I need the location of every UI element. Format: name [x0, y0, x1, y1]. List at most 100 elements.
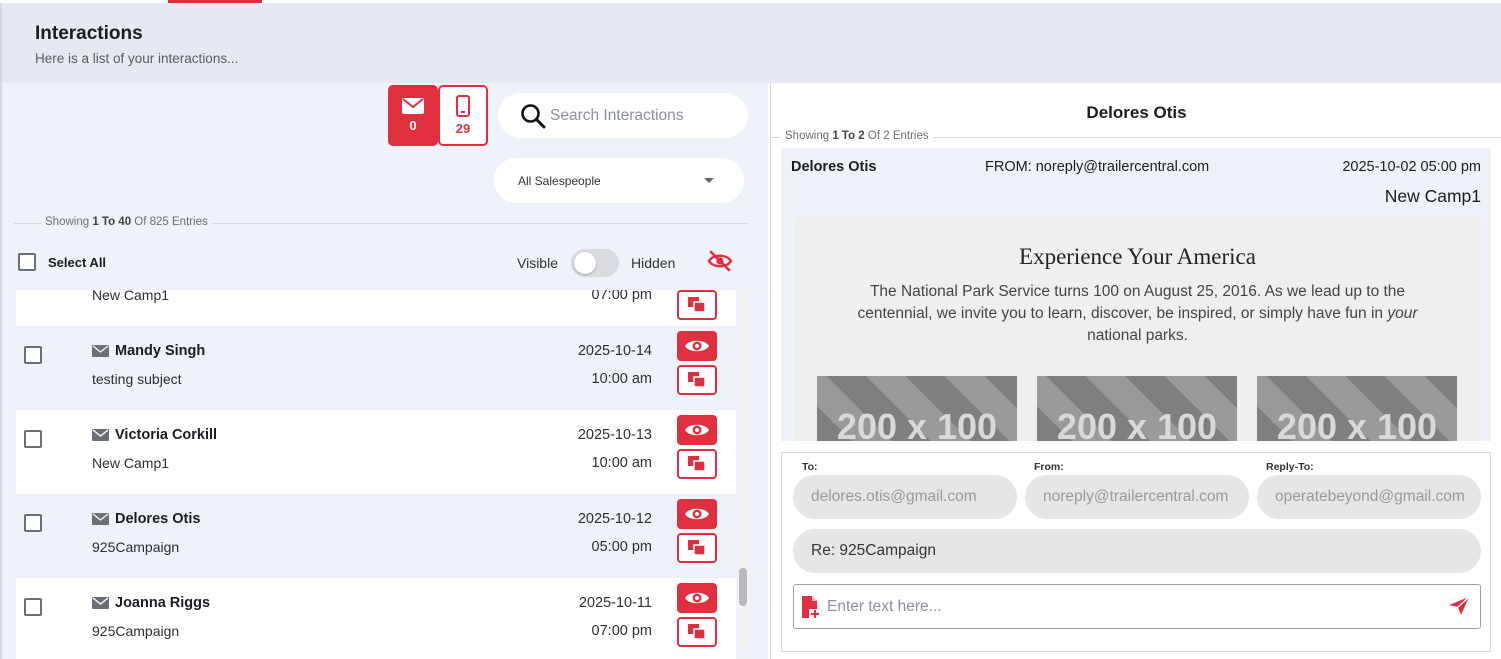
envelope-icon — [92, 597, 109, 609]
checkbox[interactable] — [18, 253, 36, 271]
view-button[interactable] — [677, 499, 717, 529]
reply-to-label: Reply-To: — [1266, 461, 1314, 473]
email-message-card: Delores Otis FROM: noreply@trailercentra… — [781, 148, 1491, 441]
row-checkbox[interactable] — [24, 346, 42, 364]
row-time: 07:00 pm — [591, 290, 652, 303]
page-title: Interactions — [35, 23, 143, 44]
row-time: 05:00 pm — [591, 539, 652, 555]
view-button[interactable] — [677, 331, 717, 361]
file-add-icon[interactable] — [801, 595, 821, 619]
to-field[interactable]: delores.otis@gmail.com — [793, 475, 1017, 519]
row-date: 2025-10-13 — [577, 427, 652, 443]
placeholder-image: 200 x 100 — [817, 376, 1017, 441]
hidden-label: Hidden — [631, 255, 676, 271]
page-subtitle: Here is a list of your interactions... — [35, 51, 239, 66]
sender-address: FROM: noreply@trailercentral.com — [985, 159, 1210, 175]
placeholder-image: 200 x 100 — [1037, 376, 1237, 441]
view-button[interactable] — [677, 583, 717, 613]
entries-info: Showing 1 To 40 Of 825 Entries — [41, 216, 212, 228]
row-date: 2025-10-12 — [577, 511, 652, 527]
page-header: Interactions Here is a list of your inte… — [0, 3, 1501, 83]
send-icon[interactable] — [1448, 596, 1470, 616]
copy-button[interactable] — [677, 365, 717, 395]
eye-icon — [685, 340, 709, 352]
email-heading: Experience Your America — [1019, 244, 1256, 269]
row-time: 10:00 am — [591, 371, 652, 387]
sms-filter-button[interactable]: 29 — [438, 85, 488, 146]
envelope-icon — [92, 345, 109, 357]
select-all-label: Select All — [48, 254, 107, 270]
eye-icon — [685, 508, 709, 520]
salespeople-select[interactable]: All Salespeople — [494, 158, 744, 203]
row-checkbox[interactable] — [24, 430, 42, 448]
reply-composer: To: From: Reply-To: delores.otis@gmail.c… — [781, 452, 1491, 652]
email-paragraph: The National Park Service turns 100 on A… — [857, 283, 1418, 344]
row-date: 2025-10-14 — [577, 343, 652, 359]
sms-count: 29 — [455, 121, 471, 136]
eye-slash-icon[interactable] — [707, 250, 733, 272]
copy-button[interactable] — [677, 617, 717, 647]
copy-icon — [688, 456, 706, 472]
copy-button[interactable] — [677, 533, 717, 563]
placeholder-image: 200 x 100 — [1257, 376, 1457, 441]
eye-icon — [685, 592, 709, 604]
row-checkbox[interactable] — [24, 514, 42, 532]
email-body: Experience Your America The National Par… — [794, 217, 1481, 441]
list-item[interactable]: Mandy Singh testing subject 2025-10-14 1… — [16, 326, 736, 410]
detail-title: Delores Otis — [1086, 103, 1187, 122]
row-checkbox[interactable] — [24, 598, 42, 616]
envelope-icon — [92, 513, 109, 525]
dropdown-caret-icon — [704, 178, 714, 183]
row-subject: New Camp1 — [92, 290, 170, 303]
visible-label: Visible — [517, 255, 558, 271]
row-time: 10:00 am — [591, 455, 652, 471]
copy-icon — [688, 297, 706, 313]
copy-icon — [688, 372, 706, 388]
list-item[interactable]: New Camp1 07:00 pm — [16, 290, 736, 326]
row-date: 2025-10-11 — [578, 595, 652, 611]
copy-button[interactable] — [677, 290, 717, 320]
message-input[interactable] — [827, 597, 1427, 616]
copy-icon — [688, 540, 706, 556]
copy-button[interactable] — [677, 449, 717, 479]
envelope-icon — [92, 429, 109, 441]
message-input-box — [793, 584, 1481, 629]
search-box — [498, 93, 748, 138]
email-filter-button[interactable]: 0 — [388, 85, 438, 146]
message-timestamp: 2025-10-02 05:00 pm — [1342, 159, 1481, 175]
sender-name: Delores Otis — [791, 159, 877, 175]
row-name: Joanna Riggs — [92, 595, 210, 611]
mobile-phone-icon — [456, 95, 470, 117]
email-count: 0 — [409, 118, 417, 133]
view-button[interactable] — [677, 415, 717, 445]
list-scrollbar[interactable] — [738, 290, 748, 650]
interactions-panel: 0 29 All Salespeople Showing 1 To 40 Of … — [0, 83, 768, 659]
scrollbar-thumb[interactable] — [739, 568, 747, 606]
select-all-checkbox[interactable]: Select All — [18, 253, 106, 271]
from-field[interactable]: noreply@trailercentral.com — [1025, 475, 1249, 519]
to-label: To: — [802, 461, 818, 473]
detail-entries-info: Showing 1 To 2 Of 2 Entries — [781, 130, 933, 142]
copy-icon — [688, 624, 706, 640]
list-item[interactable]: Joanna Riggs 925Campaign 2025-10-11 07:0… — [16, 578, 736, 659]
interaction-detail-panel: Delores Otis Showing 1 To 2 Of 2 Entries… — [770, 83, 1501, 659]
envelope-icon — [402, 98, 424, 114]
reply-to-field[interactable]: operatebeyond@gmail.com — [1257, 475, 1481, 519]
subject-field[interactable]: Re: 925Campaign — [793, 529, 1481, 573]
salespeople-selected: All Salespeople — [518, 173, 601, 188]
row-subject: 925Campaign — [92, 623, 180, 639]
list-item[interactable]: Delores Otis 925Campaign 2025-10-12 05:0… — [16, 494, 736, 578]
interactions-list: New Camp1 07:00 pm Mandy Singh testing s… — [16, 290, 736, 659]
list-item[interactable]: Victoria Corkill New Camp1 2025-10-13 10… — [16, 410, 736, 494]
row-subject: New Camp1 — [92, 455, 170, 471]
row-subject: testing subject — [92, 371, 182, 387]
row-name: Mandy Singh — [92, 343, 205, 359]
eye-icon — [685, 424, 709, 436]
search-input[interactable] — [550, 106, 740, 125]
visibility-toggle[interactable] — [571, 249, 619, 277]
row-subject: 925Campaign — [92, 539, 180, 555]
row-name: Victoria Corkill — [92, 427, 217, 443]
row-name: Delores Otis — [92, 511, 200, 527]
from-label: From: — [1034, 461, 1064, 473]
row-time: 07:00 pm — [591, 623, 652, 639]
